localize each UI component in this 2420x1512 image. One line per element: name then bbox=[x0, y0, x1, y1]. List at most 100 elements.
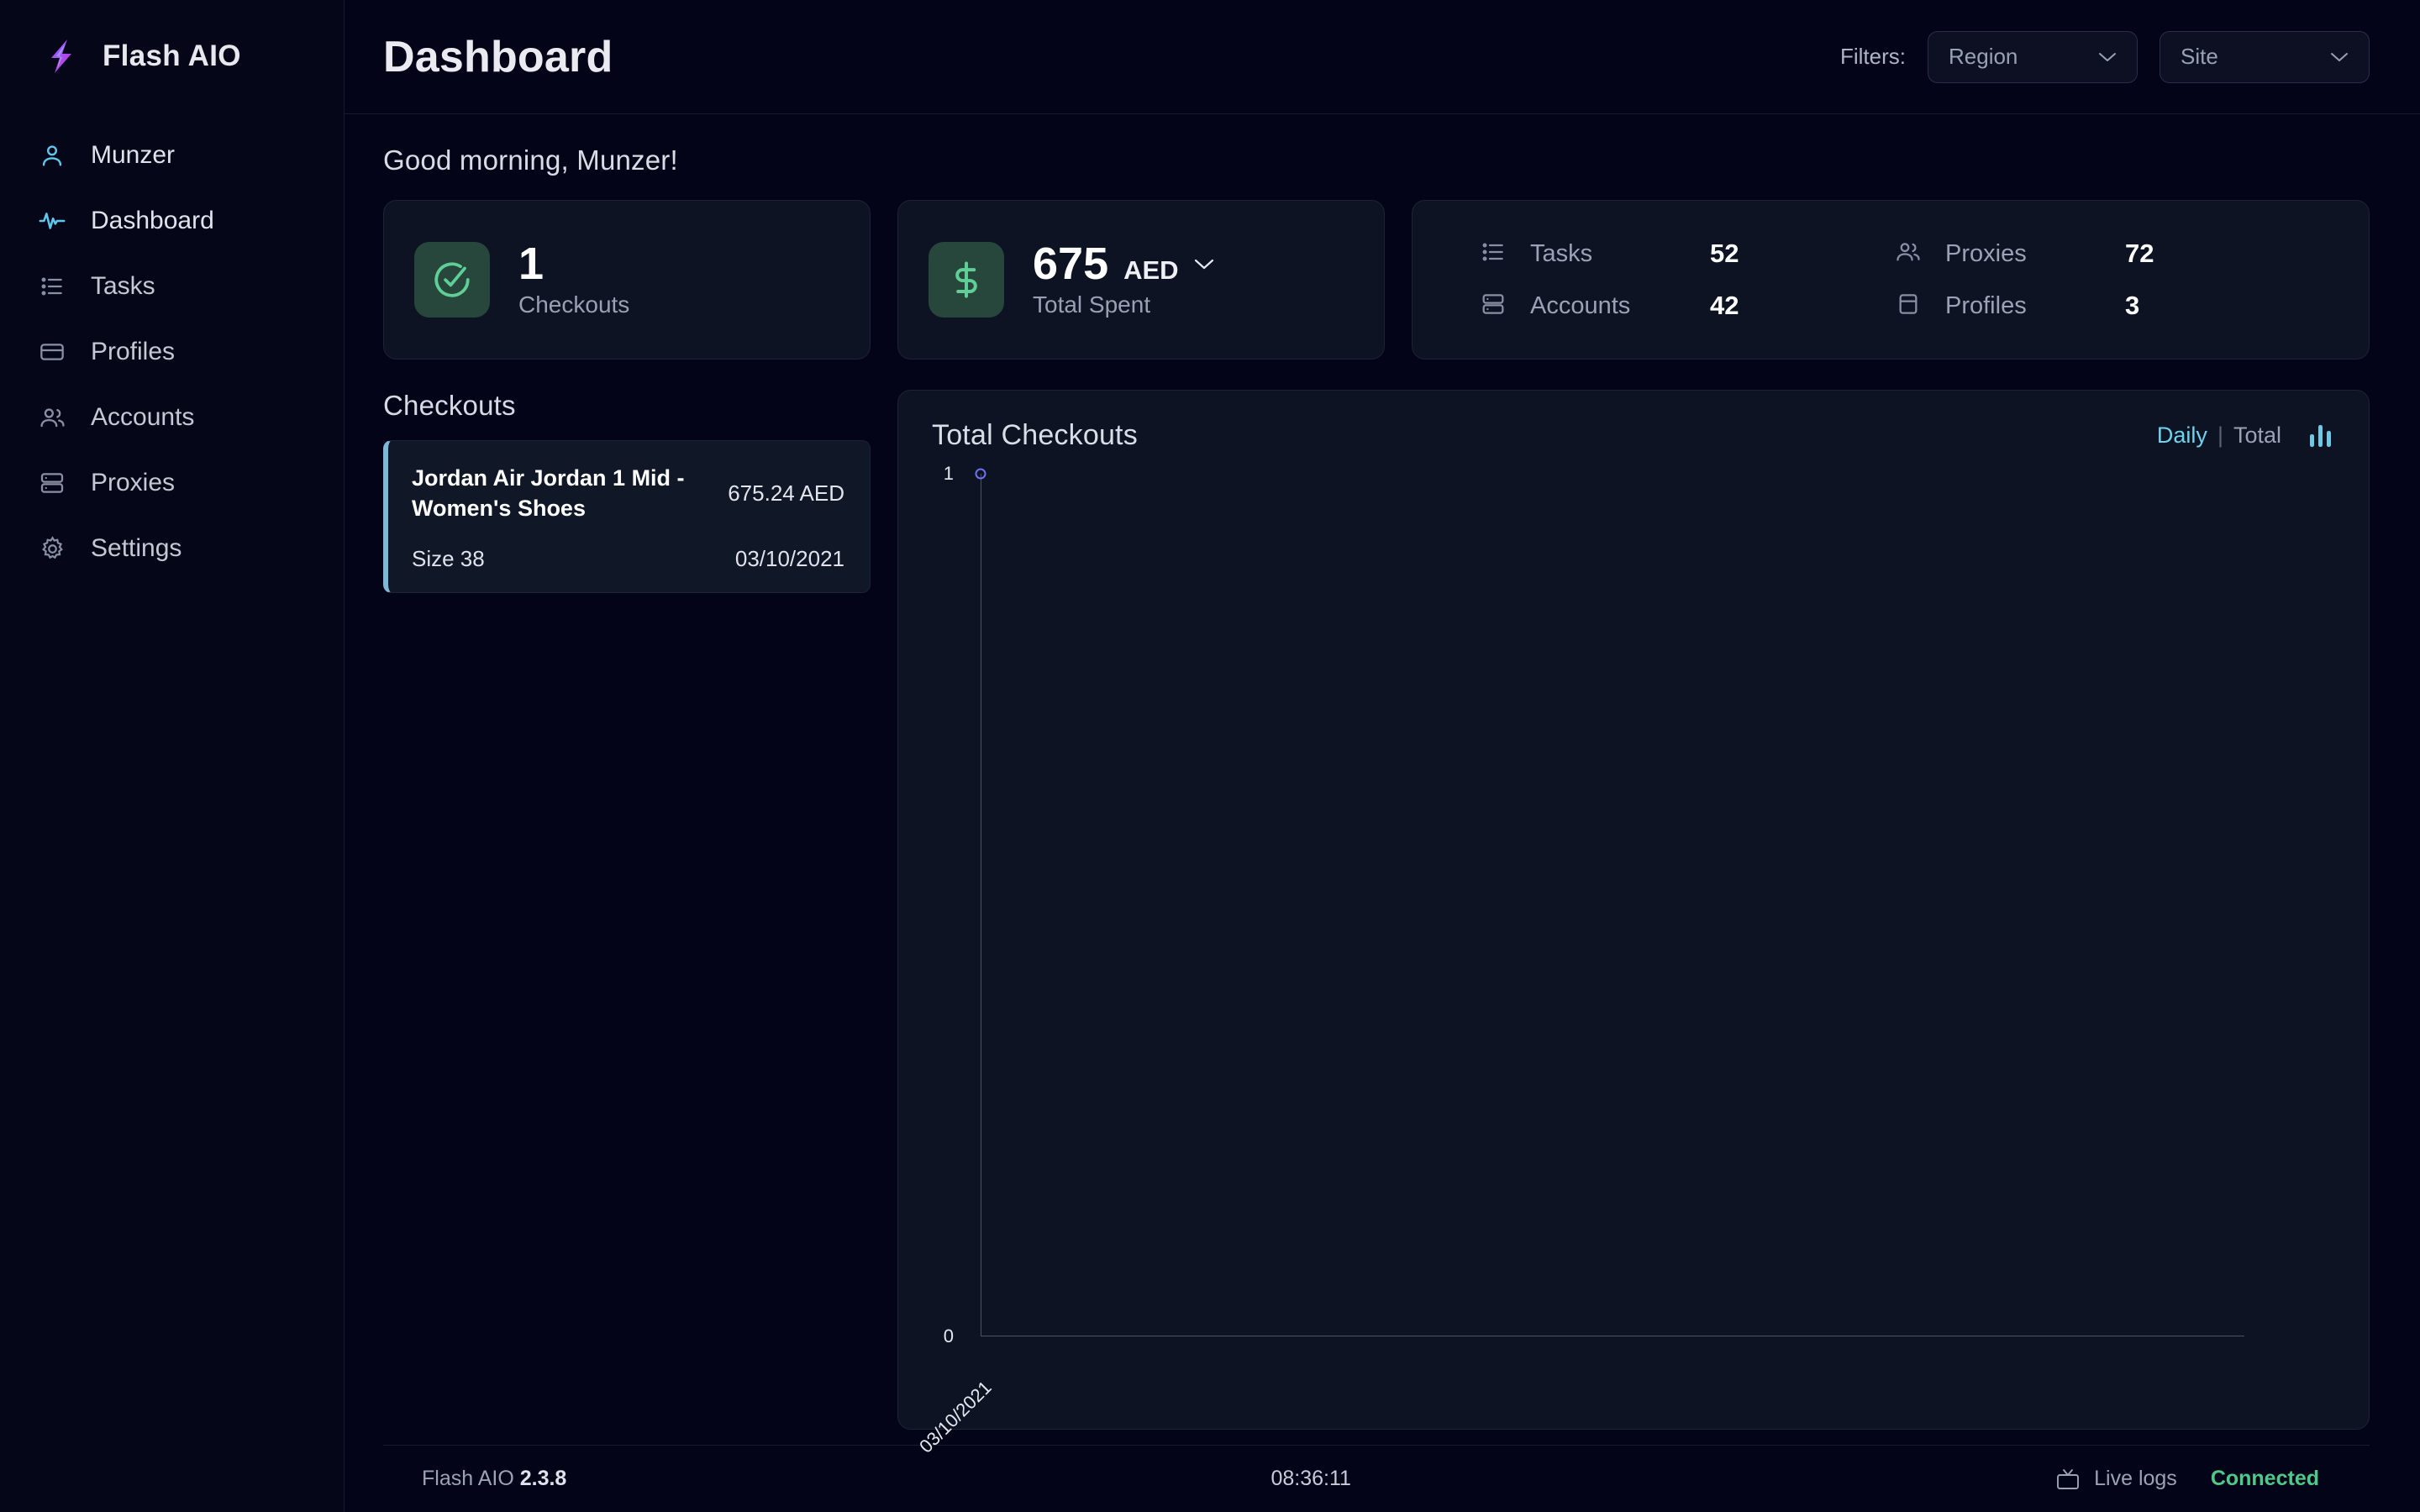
gear-icon bbox=[35, 532, 69, 565]
chevron-down-icon bbox=[2098, 51, 2117, 62]
page-title: Dashboard bbox=[383, 32, 613, 82]
metric-value: 72 bbox=[2125, 239, 2154, 269]
activity-pulse-icon bbox=[35, 204, 69, 238]
total-spent-label: Total Spent bbox=[1033, 291, 1214, 318]
chart-plot-area: 1 0 03/10/2021 bbox=[965, 465, 2335, 1404]
metric-proxies: Proxies 72 bbox=[1895, 239, 2310, 269]
live-logs-label: Live logs bbox=[2094, 1467, 2177, 1491]
chevron-down-icon bbox=[2330, 51, 2349, 62]
checkouts-value-row: 1 bbox=[518, 241, 629, 286]
checkouts-panel: Checkouts Jordan Air Jordan 1 Mid - Wome… bbox=[383, 390, 871, 1430]
sidebar-item-proxies[interactable]: Proxies bbox=[0, 450, 344, 516]
sidebar-item-profiles[interactable]: Profiles bbox=[0, 319, 344, 385]
checkouts-stat-card: 1 Checkouts bbox=[383, 200, 871, 360]
checkouts-label: Checkouts bbox=[518, 291, 629, 318]
y-axis-tick: 1 bbox=[944, 463, 954, 485]
chart-title: Total Checkouts bbox=[932, 419, 1138, 452]
metric-accounts: Accounts 42 bbox=[1480, 291, 1895, 321]
checkout-product-name: Jordan Air Jordan 1 Mid - Women's Shoes bbox=[412, 463, 689, 524]
y-axis-tick: 0 bbox=[944, 1326, 954, 1347]
metric-label: Proxies bbox=[1945, 240, 2105, 268]
footer-right-group: Live logs Connected bbox=[2055, 1467, 2319, 1491]
region-filter-select[interactable]: Region bbox=[1928, 31, 2138, 83]
lower-row: Checkouts Jordan Air Jordan 1 Mid - Wome… bbox=[383, 390, 2370, 1430]
content-area: Good morning, Munzer! 1 Checkouts bbox=[345, 114, 2420, 1512]
filters-label: Filters: bbox=[1840, 44, 1906, 70]
live-logs-button[interactable]: Live logs bbox=[2055, 1467, 2177, 1491]
greeting-text: Good morning, Munzer! bbox=[383, 144, 2370, 176]
server-icon bbox=[35, 466, 69, 500]
footer-version: 2.3.8 bbox=[520, 1467, 567, 1490]
bar-chart-icon[interactable] bbox=[2307, 422, 2335, 450]
filters-group: Filters: Region Site bbox=[1840, 31, 2370, 83]
chart-toggle-total[interactable]: Total bbox=[2233, 423, 2281, 449]
sidebar-nav: Munzer Dashboard Tasks bbox=[0, 109, 344, 581]
metric-label: Accounts bbox=[1530, 292, 1690, 320]
chart-range-toggle: Daily | Total bbox=[2157, 423, 2281, 449]
sidebar-item-dashboard[interactable]: Dashboard bbox=[0, 188, 344, 254]
top-bar: Dashboard Filters: Region Site bbox=[345, 0, 2420, 114]
lightning-bolt-icon bbox=[42, 37, 81, 76]
checkout-price: 675.24 AED bbox=[728, 480, 844, 507]
footer-clock: 08:36:11 bbox=[566, 1467, 2055, 1491]
checkouts-stat-text: 1 Checkouts bbox=[518, 241, 629, 318]
currency-label: AED bbox=[1123, 255, 1178, 286]
sidebar-item-tasks[interactable]: Tasks bbox=[0, 254, 344, 319]
metric-label: Tasks bbox=[1530, 240, 1690, 268]
tv-icon bbox=[2055, 1467, 2081, 1491]
app-root: Flash AIO Munzer Dashboard bbox=[0, 0, 2420, 1512]
sidebar-item-label: Profiles bbox=[91, 338, 175, 366]
status-bar: Flash AIO 2.3.8 08:36:11 Live logs bbox=[383, 1445, 2370, 1512]
total-spent-stat-card: 675 AED Total Spent bbox=[897, 200, 1385, 360]
sidebar-item-label: Settings bbox=[91, 534, 182, 563]
chart-header: Total Checkouts Daily | Total bbox=[932, 419, 2335, 452]
sidebar-item-label: Tasks bbox=[91, 272, 155, 301]
users-icon bbox=[1895, 239, 1925, 269]
sidebar-item-settings[interactable]: Settings bbox=[0, 516, 344, 581]
checkout-date: 03/10/2021 bbox=[735, 546, 844, 572]
credit-card-icon bbox=[1895, 291, 1925, 321]
sidebar-item-label: Proxies bbox=[91, 469, 175, 497]
stats-row: 1 Checkouts 675 bbox=[383, 200, 2370, 360]
checkout-size: Size 38 bbox=[412, 546, 485, 572]
users-icon bbox=[35, 401, 69, 434]
total-spent-value-row: 675 AED bbox=[1033, 241, 1214, 286]
list-icon bbox=[1480, 239, 1510, 269]
chevron-down-icon[interactable] bbox=[1194, 258, 1214, 270]
list-item[interactable]: Jordan Air Jordan 1 Mid - Women's Shoes … bbox=[383, 440, 871, 593]
site-filter-value: Site bbox=[2181, 44, 2218, 70]
chart-toggle-separator: | bbox=[2217, 423, 2223, 449]
metric-label: Profiles bbox=[1945, 292, 2105, 320]
credit-card-icon bbox=[35, 335, 69, 369]
app-version: Flash AIO 2.3.8 bbox=[422, 1467, 566, 1491]
data-point-marker bbox=[976, 469, 986, 480]
sidebar-item-munzer[interactable]: Munzer bbox=[0, 123, 344, 188]
site-filter-select[interactable]: Site bbox=[2160, 31, 2370, 83]
sidebar: Flash AIO Munzer Dashboard bbox=[0, 0, 345, 1512]
user-icon bbox=[35, 139, 69, 172]
metric-tasks: Tasks 52 bbox=[1480, 239, 1895, 269]
sidebar-item-label: Accounts bbox=[91, 403, 194, 432]
sidebar-item-label: Dashboard bbox=[91, 207, 214, 235]
server-icon bbox=[1480, 291, 1510, 321]
footer-app-name: Flash AIO bbox=[422, 1467, 514, 1490]
metric-value: 42 bbox=[1710, 291, 1739, 321]
total-spent-value: 675 bbox=[1033, 241, 1108, 286]
chart-toggle-daily[interactable]: Daily bbox=[2157, 423, 2207, 449]
checkouts-title: Checkouts bbox=[383, 390, 871, 422]
sidebar-item-accounts[interactable]: Accounts bbox=[0, 385, 344, 450]
checkout-bottom-row: Size 38 03/10/2021 bbox=[412, 546, 844, 572]
sidebar-item-label: Munzer bbox=[91, 141, 175, 170]
brand: Flash AIO bbox=[0, 0, 344, 109]
metric-value: 52 bbox=[1710, 239, 1739, 269]
check-circle-icon bbox=[414, 242, 490, 318]
status-badge: Connected bbox=[2211, 1467, 2319, 1491]
main-area: Dashboard Filters: Region Site G bbox=[345, 0, 2420, 1512]
metric-value: 3 bbox=[2125, 291, 2139, 321]
region-filter-value: Region bbox=[1949, 44, 2018, 70]
metric-profiles: Profiles 3 bbox=[1895, 291, 2310, 321]
dollar-sign-icon bbox=[929, 242, 1004, 318]
checkout-top-row: Jordan Air Jordan 1 Mid - Women's Shoes … bbox=[412, 463, 844, 524]
metrics-card: Tasks 52 Proxies bbox=[1412, 200, 2370, 360]
list-icon bbox=[35, 270, 69, 303]
